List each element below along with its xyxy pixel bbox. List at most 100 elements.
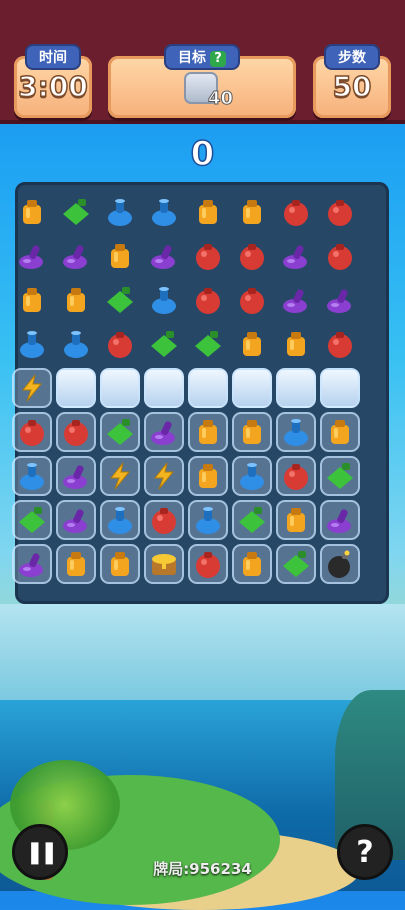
time-label: 时间: [25, 44, 81, 70]
board-cell[interactable]: [98, 454, 142, 498]
help-button[interactable]: ?: [337, 824, 393, 880]
board-cell[interactable]: [230, 234, 274, 278]
board-cell[interactable]: [10, 278, 54, 322]
orange-potion-icon: [105, 241, 135, 271]
board-cell[interactable]: [10, 542, 54, 586]
board-cell[interactable]: [142, 542, 186, 586]
time-value: 3:00: [17, 69, 88, 104]
pause-button[interactable]: ❚❚: [12, 824, 68, 880]
board-cell[interactable]: [274, 410, 318, 454]
green-potion-icon: [61, 197, 91, 227]
blue-potion-icon: [149, 285, 179, 315]
ice-tile[interactable]: [142, 366, 186, 410]
goal-label: 目标: [178, 50, 206, 66]
board-cell[interactable]: [274, 454, 318, 498]
board-cell[interactable]: [142, 498, 186, 542]
board-cell[interactable]: [98, 190, 142, 234]
board-cell[interactable]: [142, 410, 186, 454]
board-cell[interactable]: [10, 366, 54, 410]
board-cell[interactable]: [274, 498, 318, 542]
board-cell[interactable]: [10, 454, 54, 498]
board-cell[interactable]: [230, 190, 274, 234]
board-cell[interactable]: [186, 498, 230, 542]
purple-potion-icon: [149, 241, 179, 271]
ice-tile[interactable]: [318, 366, 362, 410]
board-cell[interactable]: [230, 278, 274, 322]
board-cell[interactable]: [318, 322, 362, 366]
board-cell[interactable]: [142, 322, 186, 366]
pause-icon: ❚❚: [25, 839, 59, 865]
board-cell[interactable]: [318, 234, 362, 278]
help-icon: ?: [356, 834, 374, 870]
goal-panel: 目标? 40: [108, 44, 296, 118]
board-cell[interactable]: [274, 278, 318, 322]
orange-potion-icon: [237, 417, 267, 447]
board-cell[interactable]: [54, 234, 98, 278]
orange-potion-icon: [17, 197, 47, 227]
board-cell[interactable]: [318, 190, 362, 234]
ice-tile[interactable]: [186, 366, 230, 410]
board-cell[interactable]: [186, 322, 230, 366]
green-potion-icon: [17, 505, 47, 535]
goal-help-icon[interactable]: ?: [210, 51, 226, 67]
board-cell[interactable]: [98, 498, 142, 542]
chest-potion-icon: [149, 549, 179, 579]
board-cell[interactable]: [142, 278, 186, 322]
board-cell[interactable]: [230, 410, 274, 454]
orange-potion-icon: [193, 197, 223, 227]
board-cell[interactable]: [54, 190, 98, 234]
board-cell[interactable]: [142, 454, 186, 498]
ice-tile[interactable]: [98, 366, 142, 410]
board-cell[interactable]: [274, 322, 318, 366]
board-cell[interactable]: [54, 498, 98, 542]
ice-tile[interactable]: [274, 366, 318, 410]
board-cell[interactable]: [98, 322, 142, 366]
board-cell[interactable]: [54, 542, 98, 586]
board-cell[interactable]: [318, 454, 362, 498]
board-cell[interactable]: [186, 190, 230, 234]
board-cell[interactable]: [10, 322, 54, 366]
blue-potion-icon: [193, 505, 223, 535]
purple-potion-icon: [17, 241, 47, 271]
board-cell[interactable]: [10, 498, 54, 542]
time-panel: 时间 3:00: [14, 44, 92, 118]
board-cell[interactable]: [274, 542, 318, 586]
ice-tile[interactable]: [54, 366, 98, 410]
board-cell[interactable]: [54, 322, 98, 366]
board-cell[interactable]: [186, 542, 230, 586]
board-cell[interactable]: [230, 322, 274, 366]
board-cell[interactable]: [10, 234, 54, 278]
board-cell[interactable]: [54, 278, 98, 322]
board-cell[interactable]: [318, 498, 362, 542]
ice-tile[interactable]: [230, 366, 274, 410]
board-cell[interactable]: [54, 410, 98, 454]
board-cell[interactable]: [230, 498, 274, 542]
board-cell[interactable]: [98, 542, 142, 586]
board-cell[interactable]: [186, 278, 230, 322]
board-cell[interactable]: [186, 454, 230, 498]
blue-potion-icon: [281, 417, 311, 447]
board-cell[interactable]: [230, 542, 274, 586]
green-potion-icon: [105, 417, 135, 447]
board-cell[interactable]: [186, 410, 230, 454]
purple-potion-icon: [17, 549, 47, 579]
board-cell[interactable]: [10, 410, 54, 454]
board-cell[interactable]: [274, 190, 318, 234]
orange-potion-icon: [325, 417, 355, 447]
red-potion-icon: [325, 197, 355, 227]
orange-potion-icon: [281, 505, 311, 535]
board-cell[interactable]: [318, 410, 362, 454]
board-cell[interactable]: [274, 234, 318, 278]
board-cell[interactable]: [230, 454, 274, 498]
board-cell[interactable]: [98, 234, 142, 278]
board-cell[interactable]: [318, 278, 362, 322]
board-cell[interactable]: [54, 454, 98, 498]
orange-potion-icon: [237, 329, 267, 359]
board-cell[interactable]: [186, 234, 230, 278]
board-cell[interactable]: [10, 190, 54, 234]
board-cell[interactable]: [142, 234, 186, 278]
board-cell[interactable]: [142, 190, 186, 234]
board-cell[interactable]: [318, 542, 362, 586]
board-cell[interactable]: [98, 278, 142, 322]
board-cell[interactable]: [98, 410, 142, 454]
